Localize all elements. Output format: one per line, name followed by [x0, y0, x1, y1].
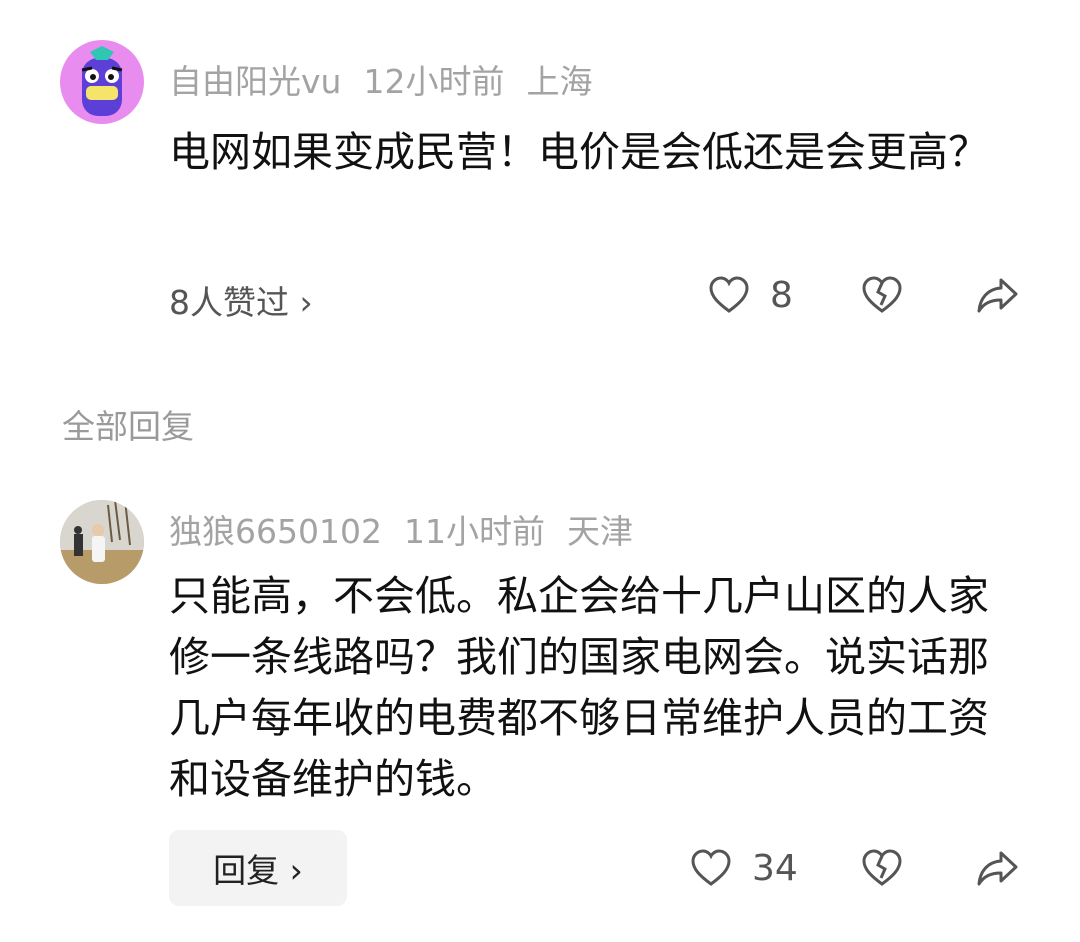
post-location: 上海 — [526, 62, 593, 101]
heart-icon[interactable] — [690, 848, 732, 888]
post-username[interactable]: 自由阳光vu — [169, 62, 341, 101]
reply-button[interactable]: 回复 › — [169, 830, 347, 906]
reply-avatar[interactable] — [60, 500, 144, 584]
post-avatar[interactable] — [60, 40, 144, 124]
all-replies-heading: 全部回复 — [62, 407, 194, 446]
avatar-mascot-icon — [81, 46, 123, 116]
avatar-photo-icon — [60, 500, 144, 584]
reply-time: 11小时前 — [403, 512, 545, 551]
reply-meta: 独狼6650102 11小时前 天津 — [169, 505, 655, 553]
reply-content: 只能高，不会低。私企会给十几户山区的人家修一条线路吗？我们的国家电网会。说实话那… — [169, 572, 989, 803]
reply-location: 天津 — [566, 512, 633, 551]
post-meta: 自由阳光vu 12小时前 上海 — [169, 55, 614, 103]
broken-heart-icon[interactable] — [861, 275, 903, 315]
post-content: 电网如果变成民营！电价是会低还是会更高？ — [169, 128, 989, 176]
reply-username[interactable]: 独狼6650102 — [169, 512, 382, 551]
broken-heart-icon[interactable] — [861, 848, 903, 888]
reply-like-count: 34 — [752, 848, 798, 889]
share-arrow-icon[interactable] — [975, 848, 1019, 888]
share-arrow-icon[interactable] — [975, 275, 1019, 315]
post-time: 12小时前 — [363, 62, 505, 101]
liked-by-link[interactable]: 8人赞过 › — [169, 276, 313, 324]
post-like-count: 8 — [770, 275, 793, 316]
heart-icon[interactable] — [708, 275, 750, 315]
